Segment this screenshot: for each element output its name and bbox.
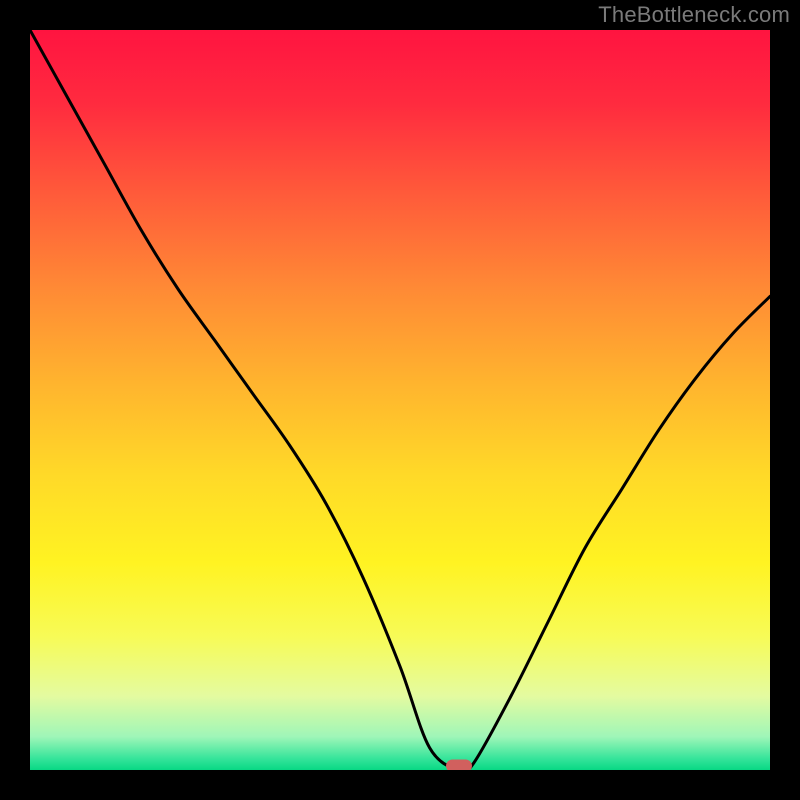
curve-layer xyxy=(30,30,770,770)
watermark-text: TheBottleneck.com xyxy=(598,2,790,28)
optimum-marker xyxy=(446,760,472,770)
plot-area xyxy=(30,30,770,770)
chart-frame: TheBottleneck.com xyxy=(0,0,800,800)
bottleneck-curve xyxy=(30,30,770,770)
